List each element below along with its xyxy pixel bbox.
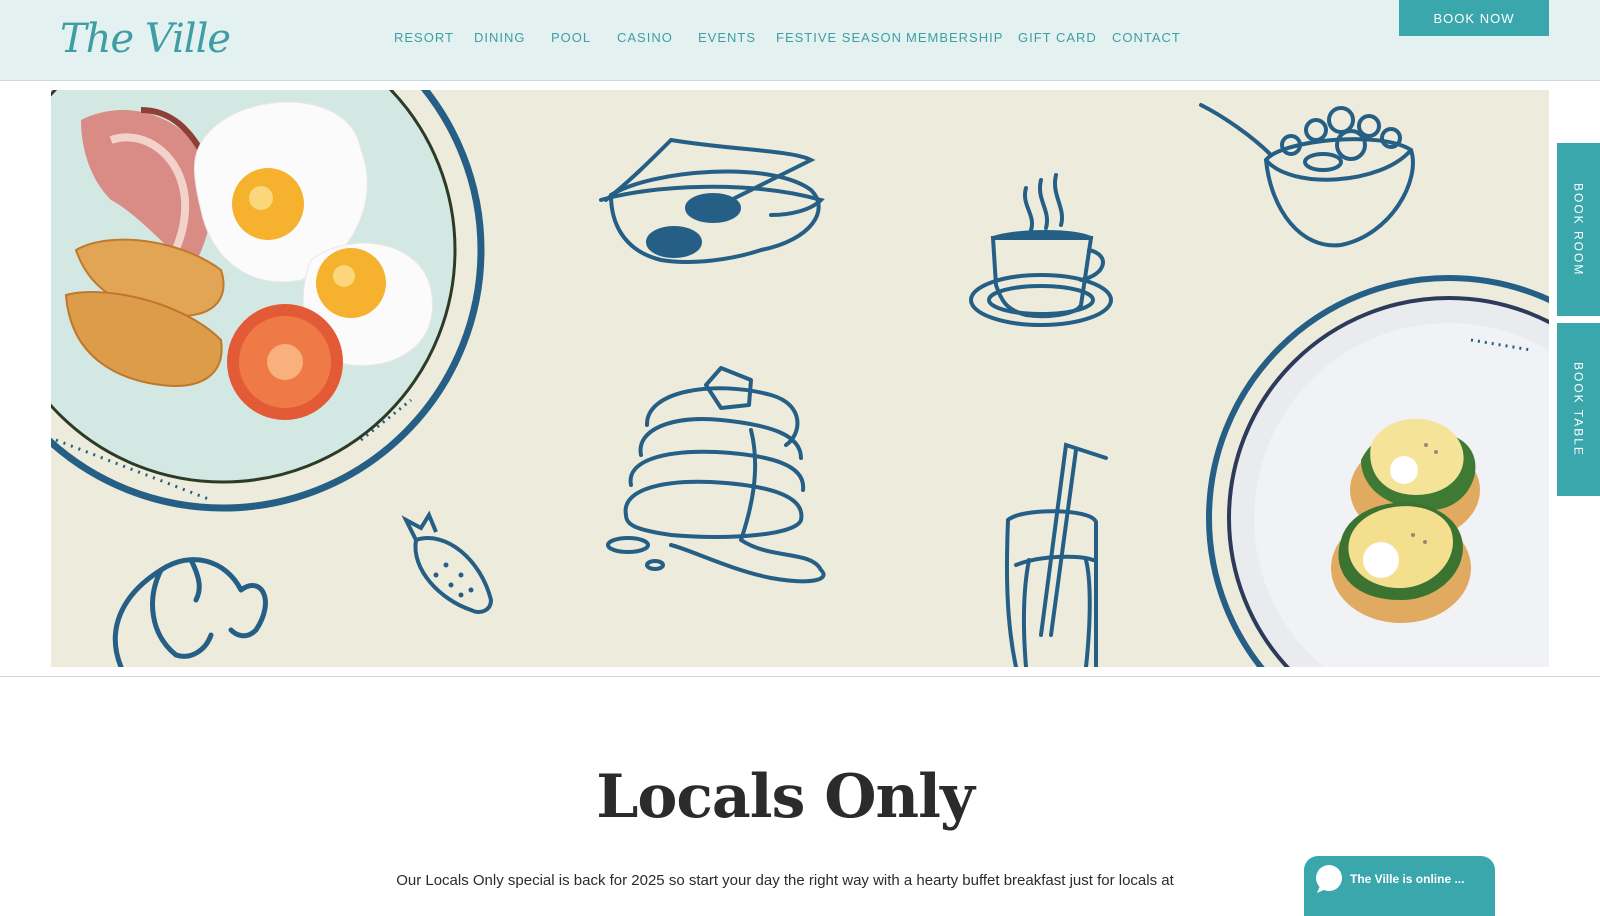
main-nav: RESORT DINING POOL CASINO EVENTS FESTIVE… — [0, 30, 1600, 50]
pancakes-illustration — [606, 366, 826, 584]
nav-item-festive-season[interactable]: FESTIVE SEASON — [776, 30, 902, 45]
chat-bubble-icon — [1316, 865, 1342, 893]
site-header: The Ville RESORT DINING POOL CASINO EVEN… — [0, 0, 1600, 81]
nav-item-dining[interactable]: DINING — [474, 30, 526, 45]
nav-item-events[interactable]: EVENTS — [698, 30, 756, 45]
chat-status-text: The Ville is online ... — [1350, 872, 1465, 886]
eggs-bacon-illustration — [599, 137, 825, 264]
nav-item-casino[interactable]: CASINO — [617, 30, 673, 45]
hero-illustration — [51, 90, 1549, 667]
book-table-tab[interactable]: BOOK TABLE — [1557, 323, 1600, 496]
section-divider — [0, 676, 1600, 677]
chat-widget[interactable]: The Ville is online ... — [1304, 856, 1495, 916]
strawberry-illustration — [401, 510, 494, 614]
nav-item-resort[interactable]: RESORT — [394, 30, 454, 45]
book-table-label: BOOK TABLE — [1571, 362, 1586, 457]
page-title: Locals Only — [596, 762, 975, 832]
coffee-cup-illustration — [969, 173, 1113, 327]
cereal-bowl-illustration — [1199, 103, 1415, 248]
breakfast-plate-illustration — [51, 90, 485, 512]
nav-item-pool[interactable]: POOL — [551, 30, 591, 45]
book-now-button[interactable]: BOOK NOW — [1399, 0, 1549, 36]
nav-item-gift-card[interactable]: GIFT CARD — [1018, 30, 1097, 45]
book-room-label: BOOK ROOM — [1571, 182, 1586, 277]
book-room-tab[interactable]: BOOK ROOM — [1557, 143, 1600, 316]
hero-banner — [51, 90, 1549, 667]
juice-glass-illustration — [1004, 442, 1108, 667]
nav-item-membership[interactable]: MEMBERSHIP — [906, 30, 1003, 45]
nav-item-contact[interactable]: CONTACT — [1112, 30, 1181, 45]
croissant-illustration — [112, 557, 268, 667]
eggs-benedict-plate-illustration — [1206, 275, 1549, 667]
